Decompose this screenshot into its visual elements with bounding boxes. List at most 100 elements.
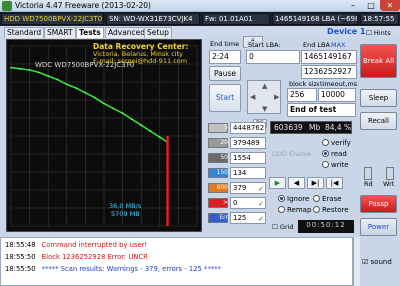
speed-point — [112, 107, 115, 110]
action-restore-label: Restore — [322, 206, 349, 214]
power-button[interactable]: Power — [360, 218, 397, 236]
sound-label: sound — [370, 258, 392, 266]
radio-write[interactable] — [322, 161, 329, 168]
stat-checkbox[interactable]: ✓ — [258, 185, 266, 193]
skip-forward-button[interactable]: ▶| — [307, 177, 324, 189]
mode-write[interactable]: write — [322, 161, 349, 169]
start-lba-field[interactable]: 0 — [246, 50, 300, 64]
tab-tests[interactable]: Tests — [76, 27, 104, 38]
arrow-down-icon[interactable]: ▼ — [262, 105, 267, 113]
grid-label: Grid — [279, 223, 294, 231]
graph-drive-label: WDC WD7500BPVX-22JC3T0 — [35, 61, 135, 69]
timeout-field[interactable]: 10000 — [318, 88, 356, 102]
action-ignore-label: Ignore — [287, 195, 310, 203]
action-restore[interactable]: Restore — [313, 206, 349, 214]
end-lba-max[interactable]: MAX — [330, 41, 347, 49]
end-lba-field[interactable]: 1465149167 — [301, 50, 357, 64]
radio-restore[interactable] — [313, 206, 320, 213]
speed-line — [10, 66, 168, 143]
log-time: 18:55:50 — [5, 265, 36, 273]
stat-checkbox[interactable] — [258, 155, 266, 163]
progress-mb: 603639 — [274, 123, 303, 132]
radio-verify[interactable] — [322, 139, 329, 146]
sleep-button[interactable]: Sleep — [360, 89, 397, 107]
speed-point — [93, 96, 96, 99]
arrow-left-icon[interactable]: ◀ — [250, 93, 255, 101]
break-all-button[interactable]: Break All — [360, 44, 397, 78]
mode-verify[interactable]: verify — [322, 139, 351, 147]
drive-firmware: Fw: 01.01A01 — [202, 13, 270, 25]
drive-lba: 1465149168 LBA (~698 GB) — [272, 13, 358, 25]
mode-read[interactable]: read — [322, 150, 347, 158]
mode-read-label: read — [331, 150, 347, 158]
speed-point — [159, 136, 161, 138]
stat-checkbox[interactable]: ✓ — [258, 215, 266, 223]
sound-checkbox[interactable]: ☑ sound — [362, 258, 392, 266]
mode-verify-label: verify — [331, 139, 351, 147]
start-button[interactable]: Start — [209, 84, 241, 112]
stat-checkbox[interactable] — [258, 125, 266, 133]
stat-checkbox[interactable] — [258, 140, 266, 148]
speed-point — [140, 124, 142, 126]
radio-remap[interactable] — [278, 206, 285, 213]
speed-point — [28, 69, 31, 71]
speed-point — [131, 118, 133, 120]
close-button[interactable]: ✕ — [380, 0, 400, 11]
stat-label: > — [222, 199, 228, 206]
passp-button[interactable]: Passp — [360, 195, 397, 213]
stat-label: 150 — [216, 169, 228, 176]
stat-label: 5 — [224, 124, 228, 131]
grid-timer: 00:50:12 — [298, 220, 354, 233]
end-time-field[interactable]: 2:24 — [209, 50, 241, 64]
speed-point — [103, 102, 105, 105]
wrt-indicator — [386, 167, 394, 180]
hints-checkbox[interactable]: ☐ Hints — [366, 29, 391, 37]
seek-dpad[interactable]: ▲ ▼ ◀ ▶ — [247, 80, 281, 114]
play-backward-button[interactable]: ◀ — [288, 177, 305, 189]
log-time: 18:55:48 — [5, 241, 36, 249]
current-speed: 36,0 MB/s — [109, 202, 142, 210]
tab-advanced[interactable]: Advanced — [105, 27, 149, 38]
stat-checkbox[interactable] — [258, 170, 266, 178]
pause-button[interactable]: Pause — [209, 66, 241, 81]
progress-percent-unit: % — [344, 123, 352, 132]
recall-button[interactable]: Recall — [360, 112, 397, 130]
maximize-button[interactable]: □ — [362, 0, 380, 11]
timeout-label: timeout,ms — [319, 80, 359, 88]
radio-erase[interactable] — [313, 195, 320, 202]
progress-readout: 603639 Mb 84,4 % — [270, 121, 352, 134]
stat-label: Err — [219, 214, 228, 221]
wrt-label: Wrt — [383, 180, 395, 188]
minimize-button[interactable]: – — [344, 0, 362, 11]
app-icon — [2, 1, 12, 11]
speed-point — [19, 68, 22, 70]
speed-point — [66, 83, 68, 86]
end-time-label: End time — [209, 40, 241, 48]
tab-bar: Standard SMART Tests Advanced Setup Devi… — [0, 26, 400, 38]
skip-backward-button[interactable]: |◀ — [326, 177, 343, 189]
radio-read[interactable] — [322, 150, 329, 157]
mode-write-label: write — [331, 161, 349, 169]
ddd-enable-checkbox[interactable]: DDD Enable — [272, 150, 311, 158]
log-scrollbar[interactable] — [353, 237, 360, 286]
action-erase[interactable]: Erase — [313, 195, 342, 203]
action-remap[interactable]: Remap — [278, 206, 311, 214]
block-size-field[interactable]: 256 — [287, 88, 317, 102]
arrow-right-icon[interactable]: ▶ — [274, 93, 279, 101]
stat-checkbox[interactable]: ✓ — [258, 200, 266, 208]
clock: 18:57:55 — [360, 13, 399, 25]
radio-ignore[interactable] — [278, 195, 285, 202]
speed-point — [38, 71, 40, 74]
speed-point — [56, 78, 59, 81]
arrow-up-icon[interactable]: ▲ — [262, 82, 267, 90]
grid-checkbox[interactable]: ☐ Grid — [272, 223, 294, 231]
stat-label: 20 — [220, 139, 228, 146]
tab-smart[interactable]: SMART — [44, 27, 76, 38]
end-mode-select[interactable]: End of test — [287, 103, 356, 117]
play-forward-button[interactable]: ▶ — [269, 177, 286, 189]
tab-standard[interactable]: Standard — [4, 27, 45, 38]
action-ignore[interactable]: Ignore — [278, 195, 309, 203]
hints-label: Hints — [373, 29, 391, 37]
speed-point — [47, 75, 49, 77]
tab-setup[interactable]: Setup — [144, 27, 172, 38]
